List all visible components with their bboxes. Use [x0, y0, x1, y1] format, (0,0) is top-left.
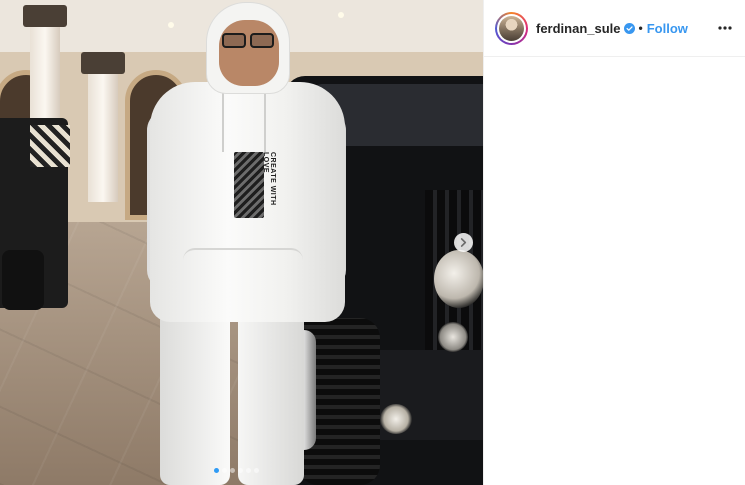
- more-options-button[interactable]: [712, 26, 732, 30]
- jeep-fog-light: [380, 404, 412, 434]
- carousel-dot: [238, 468, 243, 473]
- ceiling-lamp: [338, 12, 344, 18]
- user-block: ferdinan_sule • Follow: [536, 21, 712, 36]
- jeep-turn-light: [438, 322, 468, 352]
- carousel-dot: [214, 468, 219, 473]
- car-wheel: [2, 250, 44, 310]
- carousel-indicator: [214, 468, 259, 473]
- pant-leg: [238, 310, 304, 485]
- chevron-right-icon: [460, 238, 467, 247]
- ceiling-lamp: [168, 22, 174, 28]
- story-ring[interactable]: [495, 11, 528, 45]
- drawstring: [264, 92, 266, 152]
- column-capital: [81, 52, 125, 74]
- carousel-dot: [222, 468, 227, 473]
- avatar-image: [499, 15, 524, 41]
- jeep-headlight: [434, 250, 483, 308]
- column: [88, 62, 118, 202]
- separator-dot: •: [638, 21, 643, 35]
- carousel-dot: [254, 468, 259, 473]
- instagram-post: CREATE WITH LOVE ferdinan_sule • Follow: [0, 0, 745, 485]
- lens: [222, 33, 246, 48]
- post-side-panel: ferdinan_sule • Follow: [483, 0, 745, 485]
- drawstring: [222, 92, 224, 152]
- avatar: [497, 13, 526, 43]
- carousel-dot: [246, 468, 251, 473]
- verified-badge-icon: [623, 22, 635, 34]
- column-capital: [23, 5, 67, 27]
- more-options-icon: [718, 26, 732, 30]
- patterned-cloth: [30, 125, 70, 167]
- carousel-next-button[interactable]: [454, 233, 473, 252]
- post-header: ferdinan_sule • Follow: [484, 0, 745, 57]
- post-photo[interactable]: CREATE WITH LOVE: [0, 0, 483, 485]
- carousel-dot: [230, 468, 235, 473]
- pant-leg: [160, 310, 230, 485]
- hoodie-print-graphic: [234, 152, 264, 218]
- username-link[interactable]: ferdinan_sule: [536, 21, 621, 36]
- lens: [250, 33, 274, 48]
- face: [219, 20, 279, 86]
- follow-button[interactable]: Follow: [647, 21, 688, 36]
- eyeglasses: [220, 33, 276, 48]
- hoodie-print-text: CREATE WITH LOVE: [262, 152, 276, 206]
- hoodie-pocket: [183, 248, 303, 308]
